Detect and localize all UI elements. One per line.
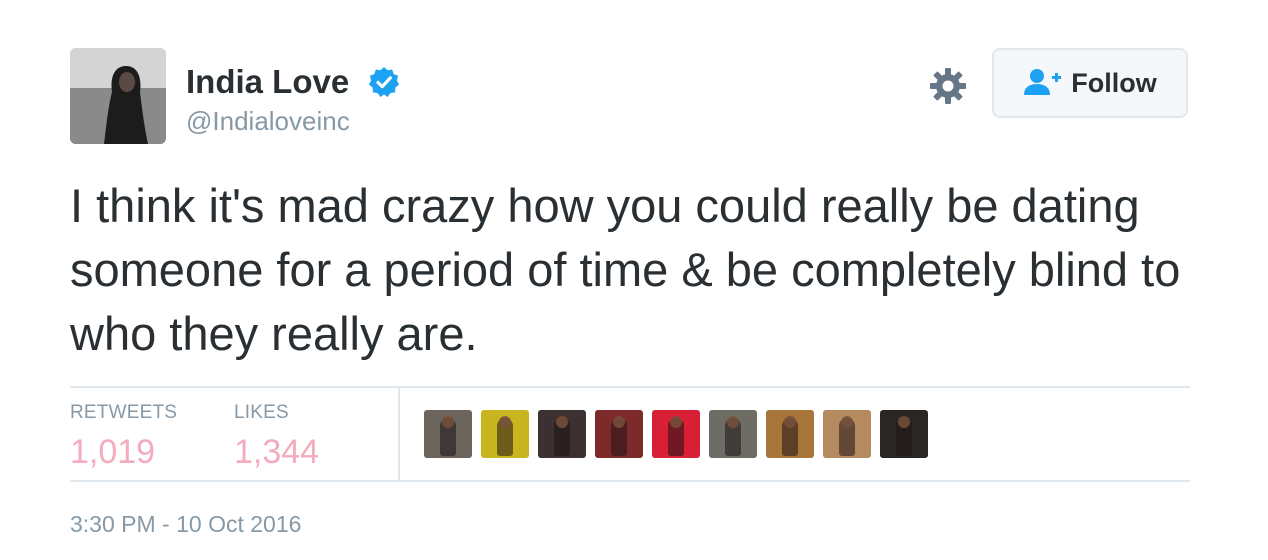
liker-avatar[interactable] (424, 410, 472, 458)
liker-avatar[interactable] (766, 410, 814, 458)
follow-button[interactable]: Follow (992, 48, 1188, 118)
tweet-text: I think it's mad crazy how you could rea… (70, 179, 1181, 360)
likes-stat[interactable]: LIKES 1,344 (234, 402, 319, 472)
liker-head (841, 416, 853, 428)
likes-count: 1,344 (234, 433, 320, 471)
retweets-label: RETWEETS (70, 402, 178, 423)
stats-bottom-divider (70, 480, 1190, 482)
liker-avatar[interactable] (823, 410, 871, 458)
liker-head (556, 416, 568, 428)
likes-label: LIKES (234, 402, 289, 423)
follow-label: Follow (1071, 67, 1157, 98)
stats-top-divider (70, 386, 1190, 388)
liker-head (670, 416, 682, 428)
tweet-timestamp[interactable]: 3:30 PM - 10 Oct 2016 (70, 510, 301, 538)
liker-avatar[interactable] (481, 410, 529, 458)
author-name[interactable]: India Love (186, 62, 349, 102)
liker-head (613, 416, 625, 428)
liker-head (499, 416, 511, 428)
stats-separator (398, 388, 400, 480)
liker-head (784, 416, 796, 428)
likers-avatars (424, 410, 937, 458)
tweet-card: India Love @Indialoveinc Follow I think … (0, 0, 1268, 560)
liker-avatar[interactable] (709, 410, 757, 458)
avatar-photo (70, 48, 166, 144)
liker-avatar[interactable] (538, 410, 586, 458)
gear-icon[interactable] (928, 66, 968, 106)
author-handle[interactable]: @Indialoveinc (186, 106, 350, 136)
liker-avatar[interactable] (595, 410, 643, 458)
liker-head (898, 416, 910, 428)
liker-head (442, 416, 454, 428)
author-avatar[interactable] (70, 48, 166, 144)
verified-badge-icon (369, 67, 399, 97)
retweets-count: 1,019 (70, 433, 156, 471)
retweets-stat[interactable]: RETWEETS 1,019 (70, 402, 177, 472)
liker-avatar[interactable] (652, 410, 700, 458)
add-user-icon (1024, 69, 1062, 95)
liker-avatar[interactable] (880, 410, 928, 458)
liker-head (727, 416, 739, 428)
